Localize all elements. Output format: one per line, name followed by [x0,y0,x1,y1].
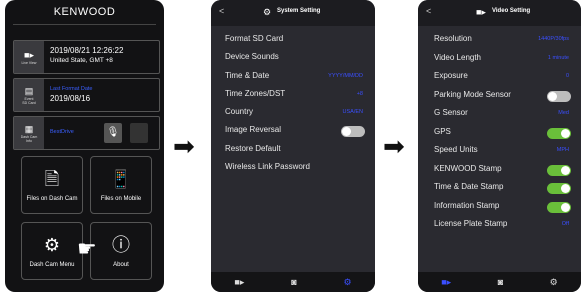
video-camera-icon: ■▸ [24,49,34,60]
sd-card-button[interactable]: ▤ Event SD Card [14,79,44,111]
camera-icon[interactable]: ◙ [498,277,503,287]
information-stamp-toggle[interactable] [547,201,571,213]
mobile-icon: 📱 [109,169,133,189]
gps-toggle[interactable] [547,127,571,139]
setting-wireless-password[interactable]: Wireless Link Password [225,158,367,176]
last-format-date: 2019/08/16 [50,94,91,103]
parking-mode-toggle[interactable] [547,90,571,102]
setting-resolution[interactable]: Resolution 1440P/30fps [434,30,573,49]
hand-pointer-icon: ☛ [77,236,97,261]
settings-list: Resolution 1440P/30fps Video Length 1 minu… [434,30,573,234]
video-setting-screen: < ■▸ Video Setting Resolution 1440P/30fps… [418,0,581,292]
home-screen: KENWOOD ■▸ Live View 2019/08/21 12:26:22… [5,0,164,292]
page-title: System Setting [277,8,321,14]
about-tile[interactable]: ⓘ About [90,222,152,280]
setting-value: 0 [565,73,569,79]
brand-logo: KENWOOD [53,6,116,18]
setting-gps: GPS [434,123,573,142]
video-camera-icon[interactable]: ■▸ [234,277,244,288]
setting-g-sensor[interactable]: G Sensor Med [434,104,573,123]
gear-icon: ⚙ [43,235,61,255]
settings-list: Format SD Card Device Sounds Time & Date… [225,30,367,176]
title-bar: < ■▸ Video Setting [418,0,581,26]
back-icon[interactable]: < [426,6,431,16]
gear-icon[interactable]: ⚙ [550,277,558,288]
file-icon: 🗎 [44,169,60,189]
setting-license-plate-stamp[interactable]: License Plate Stamp Off [434,215,573,234]
files-on-dashcam-label: Files on Dash Cam [26,196,78,202]
kenwood-stamp-toggle[interactable] [547,164,571,176]
live-view-row[interactable]: ■▸ Live View 2019/08/21 12:26:22 United … [13,40,160,74]
setting-format-sd-card[interactable]: Format SD Card [225,30,367,48]
arrow-right-icon: ➡ [383,131,405,161]
dashcam-menu-label: Dash Cam Menu [29,262,75,268]
title-bar: < ⚙ System Setting [211,0,375,26]
setting-video-length[interactable]: Video Length 1 minute [434,49,573,68]
divider [13,24,156,25]
camera-icon[interactable]: ◙ [291,277,296,287]
dashcam-info-button[interactable]: ▦ Dash Cam Info [14,117,44,149]
live-view-caption: Live View [21,60,37,65]
setting-kenwood-stamp: KENWOOD Stamp [434,160,573,179]
bottom-nav: ■▸ ◙ ⚙ [211,272,375,292]
setting-value: +8 [356,90,363,97]
last-format-label: Last Format Date [50,86,93,92]
setting-value: USA/EN [342,109,363,116]
sd-card-caption: Event SD Card [22,96,36,105]
live-view-button[interactable]: ■▸ Live View [14,41,44,73]
setting-restore-default[interactable]: Restore Default [225,140,367,158]
grid-icon: ▦ [24,123,34,134]
files-on-mobile-label: Files on Mobile [100,196,142,202]
setting-speed-units[interactable]: Speed Units MPH [434,141,573,160]
sd-card-icon: ▤ [24,85,34,96]
live-timezone: United State, GMT +8 [50,57,113,64]
microphone-icon[interactable]: 🎙 [104,123,122,143]
setting-value: Med [558,110,569,116]
sd-card-row[interactable]: ▤ Event SD Card Last Format Date 2019/08… [13,78,160,112]
setting-value: 1440P/30fps [538,36,569,42]
back-icon[interactable]: < [219,6,224,16]
setting-exposure[interactable]: Exposure 0 [434,67,573,86]
setting-information-stamp: Information Stamp [434,197,573,216]
setting-device-sounds[interactable]: Device Sounds [225,48,367,66]
setting-country[interactable]: Country USA/EN [225,103,367,121]
arrow-right-icon: ➡ [173,131,195,161]
gear-icon: ⚙ [263,7,272,17]
image-reversal-toggle[interactable] [341,126,365,138]
setting-value: MPH [556,147,569,153]
dashcam-info-caption: Dash Cam Info [20,134,38,143]
live-datetime: 2019/08/21 12:26:22 [50,46,124,55]
bottom-nav: ■▸ ◙ ⚙ [418,272,581,292]
setting-value: 1 minute [547,54,569,61]
files-on-dashcam-tile[interactable]: 🗎 Files on Dash Cam [21,156,83,214]
about-label: About [113,262,129,268]
files-on-mobile-tile[interactable]: 📱 Files on Mobile [90,156,152,214]
setting-time-date[interactable]: Time & Date YYYY/MM/DD [225,67,367,85]
system-setting-screen: < ⚙ System Setting Format SD Card Device… [211,0,375,292]
video-camera-icon: ■▸ [476,7,486,17]
setting-parking-mode: Parking Mode Sensor [434,86,573,105]
video-camera-icon[interactable]: ■▸ [441,277,451,288]
setting-time-date-stamp: Time & Date Stamp [434,178,573,197]
dashcam-info-row[interactable]: ▦ Dash Cam Info BestDrive 🎙 [13,116,160,150]
record-indicator[interactable] [130,123,148,143]
gear-icon[interactable]: ⚙ [343,277,351,288]
setting-image-reversal: Image Reversal [225,121,367,139]
setting-value: YYYY/MM/DD [328,72,363,79]
info-icon: ⓘ [112,235,130,255]
time-date-stamp-toggle[interactable] [547,183,571,194]
setting-time-zones[interactable]: Time Zones/DST +8 [225,85,367,103]
setting-value: Off [561,221,569,227]
page-title: Video Setting [492,8,531,14]
dashcam-name: BestDrive [50,129,74,135]
dashcam-menu-tile[interactable]: ⚙ Dash Cam Menu [21,222,83,280]
